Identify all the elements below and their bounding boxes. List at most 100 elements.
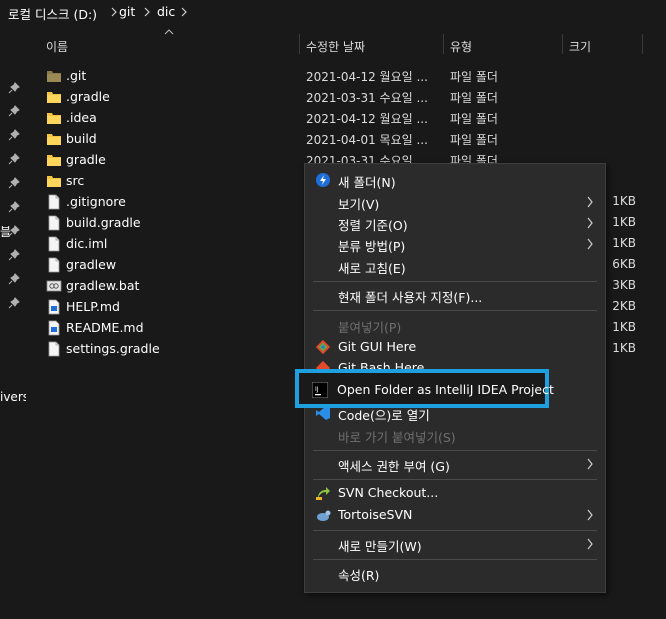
file-size: 6KB bbox=[612, 257, 636, 271]
file-icon bbox=[48, 341, 60, 357]
menu-item-new[interactable]: 새로 만들기(W) bbox=[305, 533, 605, 555]
pin-icon[interactable] bbox=[8, 129, 20, 141]
file-icon bbox=[48, 236, 60, 252]
menu-item-view[interactable]: 보기(V) bbox=[305, 191, 605, 213]
breadcrumb-dic[interactable]: dic bbox=[157, 4, 175, 19]
pin-icon[interactable] bbox=[8, 225, 20, 237]
menu-item-label: 바로 가기 붙여넣기(S) bbox=[338, 430, 456, 445]
menu-item-label: 분류 방법(P) bbox=[338, 239, 406, 254]
navigation-pane: 블 ivers bbox=[0, 26, 29, 619]
menu-item-new-folder[interactable]: 새 폴더(N) bbox=[305, 169, 605, 191]
menu-item-label: 새로 고침(E) bbox=[338, 261, 406, 276]
file-icon bbox=[48, 257, 60, 273]
sort-ascending-icon bbox=[164, 29, 174, 35]
submenu-arrow-icon bbox=[587, 509, 593, 521]
column-divider[interactable] bbox=[562, 34, 563, 54]
column-divider[interactable] bbox=[299, 34, 300, 54]
breadcrumb-git[interactable]: git bbox=[119, 4, 135, 19]
chevron-right-icon[interactable] bbox=[110, 3, 118, 21]
file-name: gradlew.bat bbox=[66, 278, 140, 293]
folder-icon bbox=[47, 113, 61, 124]
file-date: 2021-04-12 월요일 ... bbox=[306, 70, 428, 84]
file-type: 파일 폴더 bbox=[450, 133, 498, 147]
column-header-size[interactable]: 크기 bbox=[569, 38, 591, 55]
file-name: HELP.md bbox=[66, 299, 120, 314]
chevron-right-icon[interactable] bbox=[143, 3, 151, 21]
file-icon bbox=[48, 215, 60, 231]
pin-icon[interactable] bbox=[8, 273, 20, 285]
menu-item-tortoise-svn[interactable]: TortoiseSVN bbox=[305, 504, 605, 526]
menu-item-give-access[interactable]: 액세스 권한 부여 (G) bbox=[305, 453, 605, 475]
menu-item-label: 보기(V) bbox=[338, 197, 380, 212]
folder-icon bbox=[47, 92, 61, 103]
menu-item-label: TortoiseSVN bbox=[338, 507, 413, 522]
menu-separator bbox=[313, 559, 597, 560]
breadcrumb-drive[interactable]: 로컬 디스크 (D:) bbox=[8, 4, 97, 23]
file-size: 1KB bbox=[612, 236, 636, 250]
menu-item-refresh[interactable]: 새로 고침(E) bbox=[305, 255, 605, 277]
column-header-date[interactable]: 수정한 날짜 bbox=[306, 38, 365, 55]
folder-icon bbox=[47, 134, 61, 145]
menu-item-label: 액세스 권한 부여 (G) bbox=[338, 459, 450, 474]
file-date: 2021-03-31 수요일 ... bbox=[306, 91, 428, 105]
pin-icon[interactable] bbox=[8, 153, 20, 165]
file-size: 2KB bbox=[612, 299, 636, 313]
menu-item-paste: 붙여넣기(P) bbox=[305, 314, 605, 336]
file-name: .gradle bbox=[66, 89, 110, 104]
menu-item-open-intellij[interactable]: IJ Open Folder as IntelliJ IDEA Project bbox=[295, 369, 554, 408]
column-header-type[interactable]: 유형 bbox=[450, 38, 472, 55]
breadcrumb: 로컬 디스크 (D:) git dic bbox=[0, 0, 666, 26]
new-folder-icon bbox=[316, 173, 330, 187]
menu-item-sort-by[interactable]: 정렬 기준(O) bbox=[305, 212, 605, 234]
nav-item-label[interactable]: ivers bbox=[0, 390, 29, 404]
column-header-name[interactable]: 이름 bbox=[46, 38, 68, 55]
menu-item-git-gui[interactable]: Git GUI Here bbox=[305, 336, 605, 358]
column-divider[interactable] bbox=[642, 34, 643, 54]
file-row[interactable]: .git 2021-04-12 월요일 ... 파일 폴더 bbox=[46, 65, 666, 86]
svn-checkout-icon bbox=[316, 487, 330, 500]
submenu-arrow-icon bbox=[587, 538, 593, 550]
submenu-arrow-icon bbox=[587, 217, 593, 229]
menu-item-properties[interactable]: 속성(R) bbox=[305, 562, 605, 584]
pin-icon[interactable] bbox=[8, 105, 20, 117]
pin-icon[interactable] bbox=[8, 297, 20, 309]
submenu-arrow-icon bbox=[587, 238, 593, 250]
pin-icon[interactable] bbox=[8, 177, 20, 189]
md-file-icon bbox=[48, 299, 60, 315]
menu-item-label: Open Folder as IntelliJ IDEA Project bbox=[337, 382, 554, 397]
file-size: 1KB bbox=[612, 341, 636, 355]
menu-item-customize-folder[interactable]: 현재 폴더 사용자 지정(F)... bbox=[305, 284, 605, 306]
pin-icon[interactable] bbox=[8, 82, 20, 94]
column-divider[interactable] bbox=[443, 34, 444, 54]
menu-separator bbox=[313, 310, 597, 311]
chevron-right-icon[interactable] bbox=[180, 3, 188, 21]
svg-text:IJ: IJ bbox=[315, 386, 319, 393]
file-name: build bbox=[66, 131, 97, 146]
menu-item-label: 정렬 기준(O) bbox=[338, 218, 408, 233]
file-name: gradlew bbox=[66, 257, 117, 272]
pin-icon[interactable] bbox=[8, 201, 20, 213]
menu-item-svn-checkout[interactable]: SVN Checkout... bbox=[305, 482, 605, 504]
bat-file-icon bbox=[46, 280, 62, 292]
file-name: .gitignore bbox=[66, 194, 126, 209]
file-size: 1KB bbox=[612, 320, 636, 334]
menu-separator bbox=[313, 530, 597, 531]
menu-item-label: SVN Checkout... bbox=[338, 485, 439, 500]
file-row[interactable]: build 2021-04-01 목요일 ... 파일 폴더 bbox=[46, 128, 666, 149]
file-row[interactable]: .gradle 2021-03-31 수요일 ... 파일 폴더 bbox=[46, 86, 666, 107]
menu-item-group-by[interactable]: 분류 방법(P) bbox=[305, 233, 605, 255]
menu-item-label: 붙여넣기(P) bbox=[338, 320, 402, 335]
menu-separator bbox=[313, 450, 597, 451]
file-name: .idea bbox=[66, 110, 97, 125]
menu-item-label: 새로 만들기(W) bbox=[338, 539, 422, 554]
menu-item-label: 속성(R) bbox=[338, 568, 380, 583]
folder-dark-icon bbox=[47, 71, 61, 82]
file-row[interactable]: .idea 2021-04-12 월요일 ... 파일 폴더 bbox=[46, 107, 666, 128]
file-size: 1KB bbox=[612, 194, 636, 208]
menu-item-label: 현재 폴더 사용자 지정(F)... bbox=[338, 290, 483, 305]
file-size: 3KB bbox=[612, 278, 636, 292]
pin-icon[interactable] bbox=[8, 249, 20, 261]
file-name: dic.iml bbox=[66, 236, 108, 251]
file-date: 2021-04-12 월요일 ... bbox=[306, 112, 428, 126]
file-name: settings.gradle bbox=[66, 341, 160, 356]
